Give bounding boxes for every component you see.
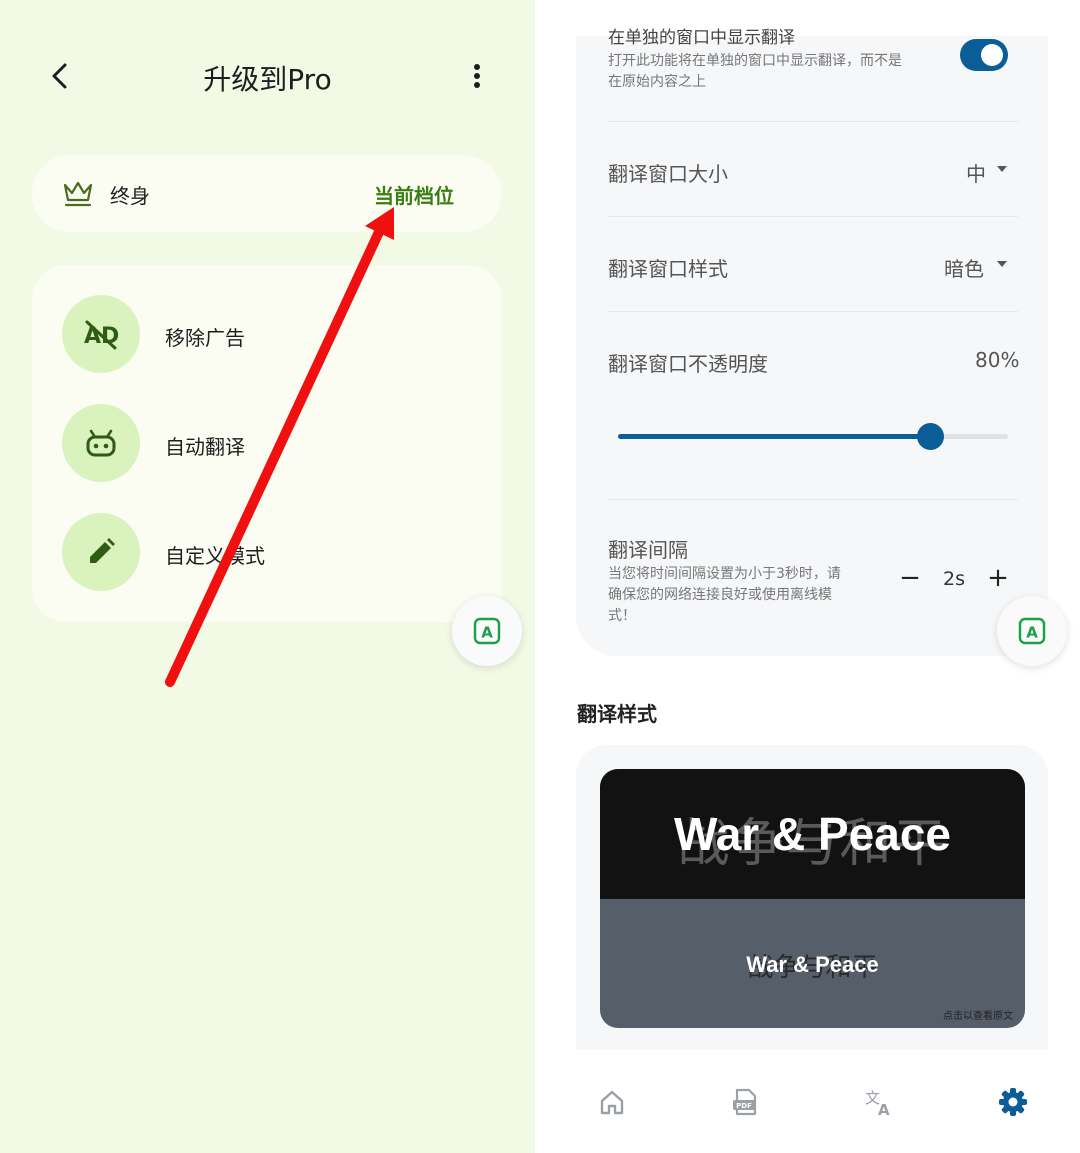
feature-auto-translate: 自动翻译: [165, 435, 245, 459]
translate-icon: 文 A: [865, 1089, 890, 1117]
robot-icon: [62, 404, 140, 482]
upgrade-pro-screen: 升级到Pro 终身 当前档位 AD 移除广告 自动翻译 自定义模式: [0, 0, 535, 1153]
slider-fill: [618, 434, 930, 439]
caret-down-icon: [997, 166, 1007, 172]
translate-a-icon: A: [473, 617, 501, 645]
interval-desc-2: 确保您的网络连接良好或使用离线模: [608, 587, 832, 603]
window-opacity-value: 80%: [975, 348, 1020, 372]
svg-text:A: A: [481, 624, 493, 642]
window-size-select[interactable]: 中: [966, 158, 986, 187]
home-icon: [600, 1090, 624, 1115]
interval-label: 翻译间隔: [608, 538, 688, 562]
translate-fab[interactable]: A: [452, 596, 522, 666]
pencil-icon: [62, 513, 140, 591]
caret-down-icon: [997, 261, 1007, 267]
interval-desc-3: 式！: [608, 608, 636, 624]
pdf-icon: PDF: [733, 1088, 757, 1116]
svg-text:A: A: [878, 1101, 890, 1117]
divider: [608, 311, 1018, 312]
chevron-left-icon: [52, 63, 67, 89]
settings-screen: 在单独的窗口中显示翻译 打开此功能将在单独的窗口中显示翻译，而不是 在原始内容之…: [535, 0, 1080, 1153]
divider: [608, 499, 1018, 500]
nav-home[interactable]: [594, 1084, 630, 1120]
window-style-label: 翻译窗口样式: [608, 257, 728, 281]
separate-window-toggle[interactable]: [960, 39, 1008, 71]
translation-style-title: 翻译样式: [577, 702, 657, 726]
tier-name: 终身: [110, 184, 150, 208]
divider: [608, 121, 1018, 122]
window-option-title: 在单独的窗口中显示翻译: [608, 28, 795, 48]
interval-desc-1: 当您将时间间隔设置为小于3秒时，请: [608, 566, 841, 582]
feature-remove-ads: 移除广告: [165, 326, 245, 350]
interval-value: 2s: [943, 568, 965, 590]
preview-translation-large: War & Peace: [674, 808, 951, 860]
more-vert-icon: [474, 64, 480, 88]
svg-text:A: A: [1026, 624, 1038, 642]
crown-icon: [63, 181, 93, 207]
window-option-desc-2: 在原始内容之上: [608, 74, 706, 90]
nav-pdf[interactable]: PDF: [727, 1084, 763, 1120]
preview-hint: 点击以查看原文: [943, 1011, 1013, 1022]
back-button[interactable]: [40, 56, 80, 96]
ad-off-icon: AD: [62, 295, 140, 373]
settings-card: [576, 36, 1048, 656]
toggle-knob: [981, 44, 1003, 66]
divider: [608, 216, 1018, 217]
window-size-label: 翻译窗口大小: [608, 162, 728, 186]
svg-text:PDF: PDF: [736, 1102, 752, 1110]
window-style-select[interactable]: 暗色: [944, 253, 984, 282]
translate-a-icon: A: [1018, 617, 1046, 645]
nav-translate[interactable]: 文 A: [861, 1084, 897, 1120]
window-opacity-label: 翻译窗口不透明度: [608, 352, 768, 376]
nav-settings[interactable]: [995, 1084, 1031, 1120]
interval-increase-button[interactable]: +: [983, 563, 1013, 593]
feature-custom-mode: 自定义模式: [165, 544, 265, 568]
page-title: 升级到Pro: [203, 63, 332, 96]
preview-dark-area: 战争与和平 War & Peace: [600, 769, 1025, 899]
translate-fab[interactable]: A: [997, 596, 1067, 666]
window-option-desc-1: 打开此功能将在单独的窗口中显示翻译，而不是: [608, 53, 902, 69]
opacity-slider[interactable]: [618, 423, 1008, 450]
gear-icon: [999, 1088, 1027, 1116]
interval-decrease-button[interactable]: −: [895, 563, 925, 593]
current-tier-badge: 当前档位: [374, 184, 454, 208]
more-options-button[interactable]: [462, 56, 492, 96]
translation-style-preview[interactable]: 战争与和平 War & Peace 战争与和平 War & Peace 点击以查…: [600, 769, 1025, 1028]
preview-translation-small: War & Peace: [746, 952, 879, 977]
slider-thumb[interactable]: [917, 423, 944, 450]
